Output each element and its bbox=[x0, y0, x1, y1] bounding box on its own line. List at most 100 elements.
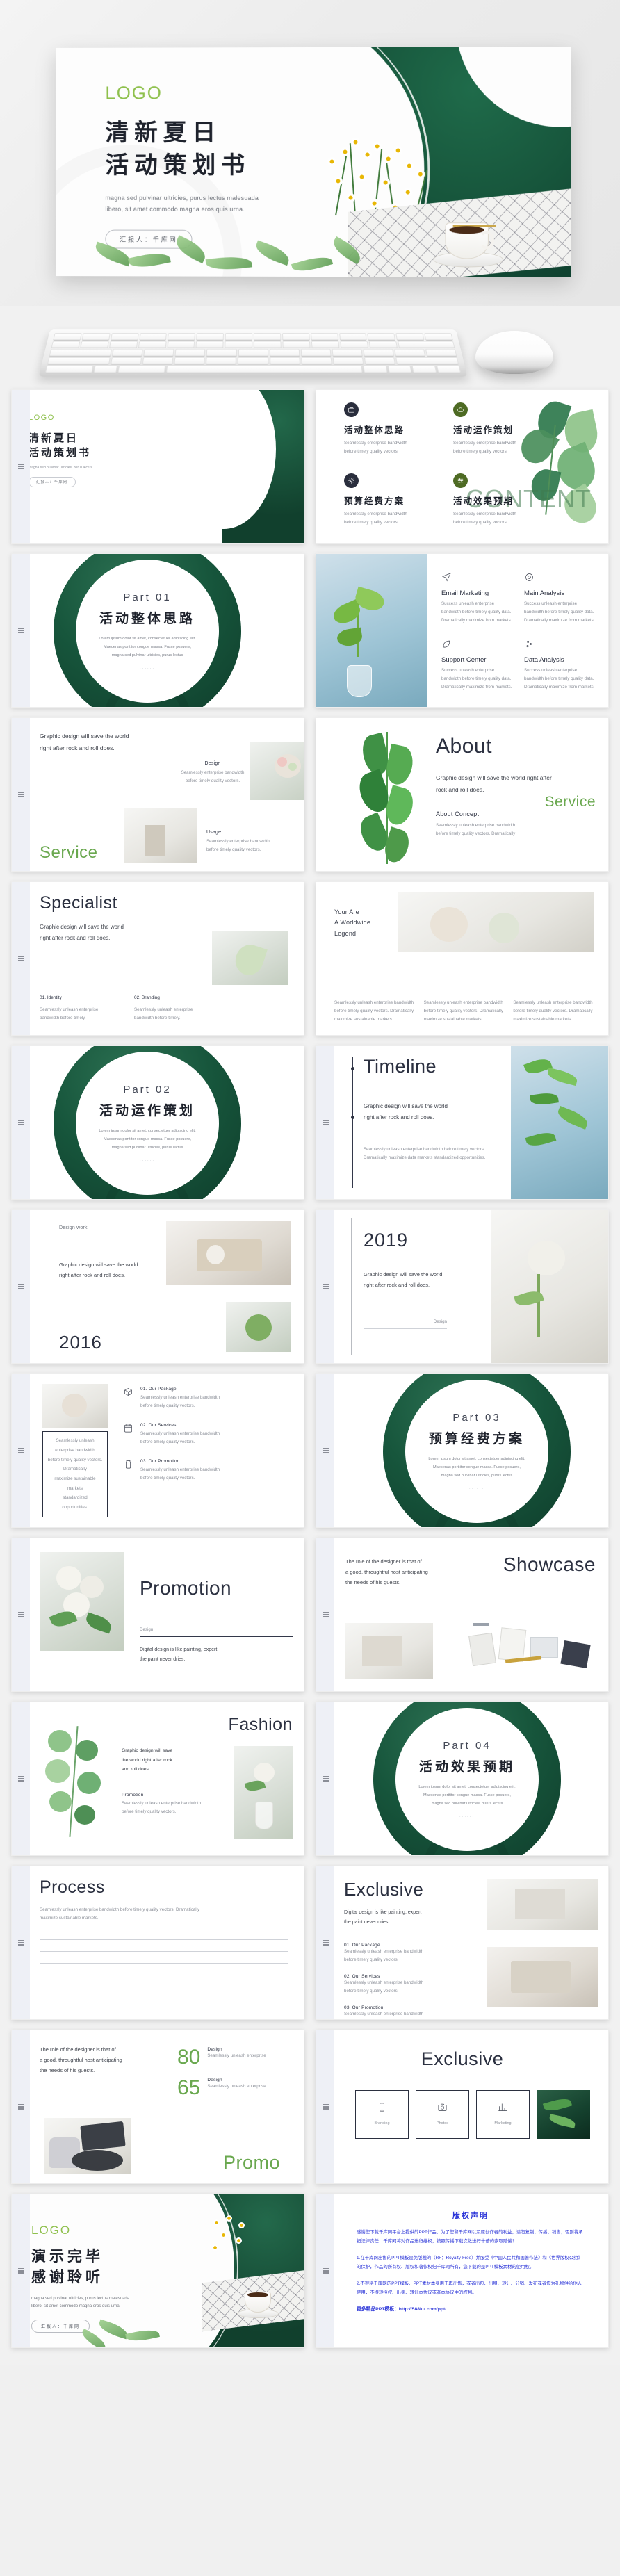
process-row-1 bbox=[40, 1939, 288, 1941]
specialist-item-1-body: Seamlessly unleash enterprise bandwidth … bbox=[40, 1006, 99, 1020]
slide-showcase[interactable]: The role of the designer is that of a go… bbox=[316, 1538, 609, 1692]
slide-cover[interactable]: LOGO 清新夏日 活动策划书 magna sed pulvinar ultri… bbox=[11, 389, 304, 544]
exclusive-card-1[interactable]: Branding bbox=[355, 2090, 409, 2139]
exclusive-card-1-title: Branding bbox=[374, 2121, 390, 2126]
feature-1[interactable]: Email Marketing Success unleash enterpri… bbox=[441, 572, 513, 625]
quote-line-2: before timely quality vectors. Dramatica… bbox=[47, 1457, 103, 1472]
copyright-paragraph-2: 1.在千库网出售的PPT模板是免版税的（RF：Royalty-Free）并服受《… bbox=[357, 2255, 582, 2270]
legend-line-2: A Worldwide bbox=[334, 919, 371, 927]
slide-specialist[interactable]: Specialist Graphic design will save the … bbox=[11, 881, 304, 1036]
exclusive-photo-top bbox=[487, 1879, 598, 1930]
briefcase-icon bbox=[344, 402, 359, 417]
promo-heading: Promo bbox=[222, 2152, 280, 2173]
thank-you-line-1: 演示完毕 bbox=[31, 2247, 104, 2265]
slide-part-04[interactable]: Part 04 活动效果预期 Lorem ipsum dolor sit ame… bbox=[316, 1702, 609, 1856]
caption-underline bbox=[364, 1328, 447, 1330]
our-list-item-3[interactable]: 03. Our Promotion Seamlessly unleash ent… bbox=[123, 1459, 293, 1483]
exclusive-card-3[interactable]: Marketing bbox=[476, 2090, 530, 2139]
our-list-item-2[interactable]: 02. Our Services Seamlessly unleash ente… bbox=[123, 1423, 293, 1446]
exclusive-card-2[interactable]: Photos bbox=[416, 2090, 469, 2139]
slide-exclusive-cards[interactable]: Exclusive Branding Photos Marketing bbox=[316, 2030, 609, 2184]
promo-lead-3: the needs of his guests. bbox=[40, 2067, 95, 2073]
exclusive-item-2[interactable]: 02. Our Services Seamlessly unleash ente… bbox=[344, 1974, 476, 1996]
slide-year-2019[interactable]: 2019 Graphic design will save the world … bbox=[316, 1209, 609, 1364]
specialist-item-1[interactable]: 01. Identity Seamlessly unleash enterpri… bbox=[40, 994, 109, 1022]
interior-photo bbox=[124, 808, 197, 863]
year-2019-lead-2: right after rock and roll does. bbox=[364, 1282, 430, 1288]
hero-subtitle-line-1: magna sed pulvinar ultricies, purus lect… bbox=[105, 194, 259, 202]
slide-promotion[interactable]: Promotion Design Digital design is like … bbox=[11, 1538, 304, 1692]
exclusive-item-3[interactable]: 03. Our Promotion Seamlessly unleash ent… bbox=[344, 2005, 476, 2019]
cover-presenter-button[interactable]: 汇报人：千库网 bbox=[28, 477, 76, 487]
toc-item-2[interactable]: 活动运作策划 Seamlessly enterprise bandwidth b… bbox=[453, 402, 553, 461]
copyright-title: 版权声明 bbox=[452, 2211, 489, 2220]
specialist-item-2-body: Seamlessly unleash enterprise bandwidth … bbox=[134, 1006, 193, 1020]
specialist-item-2-title: Branding bbox=[141, 995, 160, 1001]
slide-promo[interactable]: The role of the designer is that of a go… bbox=[11, 2030, 304, 2184]
slide-year-2016[interactable]: Design work Graphic design will save the… bbox=[11, 1209, 304, 1364]
toc-item-4[interactable]: 活动效果预期 Seamlessly enterprise bandwidth b… bbox=[453, 473, 553, 532]
slide-process[interactable]: Process Seamlessly unleash enterprise ba… bbox=[11, 1866, 304, 2020]
exclusive-lead-2: the paint never dries. bbox=[344, 1920, 390, 1925]
slide-about[interactable]: About Graphic design will save the world… bbox=[316, 717, 609, 872]
slide-part-01[interactable]: Part 01 活动整体思路 Lorem ipsum dolor sit ame… bbox=[11, 553, 304, 708]
slide-copyright[interactable]: 版权声明 感谢您下载千库网平台上提供的PPT作品，为了您和千库网以及原创作者的利… bbox=[316, 2194, 609, 2348]
fashion-lead-1: Graphic design will save bbox=[122, 1748, 173, 1753]
feature-4-title: Data Analysis bbox=[524, 656, 564, 665]
slide-timeline[interactable]: Timeline Graphic design will save the wo… bbox=[316, 1045, 609, 1200]
flower-photo bbox=[491, 1210, 608, 1363]
year-2016-lead-2: right after rock and roll does. bbox=[59, 1272, 126, 1278]
slide-our-list[interactable]: Seamlessly unleash enterprise bandwidth … bbox=[11, 1373, 304, 1528]
slide-thank-you[interactable]: LOGO 演示完毕 感谢聆听 magna sed pulvinar ultric… bbox=[11, 2194, 304, 2348]
timeline-lead-2: right after rock and roll does. bbox=[364, 1114, 434, 1120]
slide-part-02[interactable]: Part 02 活动运作策划 Lorem ipsum dolor sit ame… bbox=[11, 1045, 304, 1200]
slide-features[interactable]: Email Marketing Success unleash enterpri… bbox=[316, 553, 609, 708]
toc-item-1[interactable]: 活动整体思路 Seamlessly enterprise bandwidth b… bbox=[344, 402, 443, 461]
slide-legend[interactable]: Your Are A Worldwide Legend Seamlessly u… bbox=[316, 881, 609, 1036]
our-list-item-3-num: 03. Our Promotion bbox=[140, 1459, 180, 1465]
exclusive-item-3-line-1: Seamlessly unleash enterprise bandwidth bbox=[344, 2012, 424, 2017]
promo-stat-1-value: 80 bbox=[177, 2046, 201, 2069]
exclusive-lead-1: Digital design is like painting, expert bbox=[344, 1910, 422, 1915]
part-content: Part 03 预算经费方案 Lorem ipsum dolor sit ame… bbox=[405, 1380, 548, 1523]
service-block-1-line-2: before timely quality vectors. bbox=[185, 778, 240, 784]
feature-3[interactable]: Support Center Success unleash enterpris… bbox=[441, 639, 513, 692]
slide-part-03[interactable]: Part 03 预算经费方案 Lorem ipsum dolor sit ame… bbox=[316, 1373, 609, 1528]
quote-line-3: maximize sustainable markets bbox=[54, 1476, 96, 1491]
exclusive-item-1[interactable]: 01. Our Package Seamlessly unleash enter… bbox=[344, 1943, 476, 1964]
slide-table-of-contents[interactable]: CONTENT 活动整体思路 Seamlessly enterprise ban… bbox=[316, 389, 609, 544]
part-03-title: 预算经费方案 bbox=[428, 1431, 525, 1447]
vase-photo bbox=[234, 1746, 293, 1839]
our-list-item-1[interactable]: 01. Our Package Seamlessly unleash enter… bbox=[123, 1387, 293, 1410]
slide-rail bbox=[12, 2030, 30, 2183]
copyright-link[interactable]: 更多精品PPT模板：http://588ku.com/ppt/ bbox=[357, 2305, 585, 2312]
toc-item-3[interactable]: 预算经费方案 Seamlessly enterprise bandwidth b… bbox=[344, 473, 443, 532]
feature-2[interactable]: Main Analysis Success unleash enterprise… bbox=[524, 572, 596, 625]
year-2016-lead-1: Graphic design will save the world bbox=[59, 1262, 138, 1268]
thank-you-sub-2: libero, sit amet commodo magna eros quis… bbox=[31, 2304, 121, 2309]
fashion-heading: Fashion bbox=[228, 1715, 293, 1734]
slide-fashion[interactable]: Fashion Graphic design will save the wor… bbox=[11, 1702, 304, 1856]
part-01-number: Part 01 bbox=[123, 592, 172, 604]
slide-exclusive-list[interactable]: Exclusive Digital design is like paintin… bbox=[316, 1866, 609, 2020]
year-2016-tag: Design work bbox=[59, 1225, 88, 1230]
our-list-item-3-line-2: before timely quality vectors. bbox=[140, 1476, 195, 1481]
thank-you-line-2: 感谢聆听 bbox=[31, 2268, 104, 2286]
slide-service[interactable]: Graphic design will save the world right… bbox=[11, 717, 304, 872]
sliders-icon bbox=[524, 639, 596, 653]
slide-rail bbox=[316, 1374, 334, 1527]
service-block-1-line-1: Seamlessly enterprise bandwidth bbox=[181, 770, 245, 775]
part-04-lorem-3: magna sed pulvinar ultricies, purus lect… bbox=[431, 1801, 503, 1806]
showcase-lead-2: a good, throughtful host anticipating bbox=[345, 1569, 428, 1575]
cover-logo: LOGO bbox=[28, 414, 55, 422]
specialist-item-2[interactable]: 02. Branding Seamlessly unleash enterpri… bbox=[134, 994, 204, 1022]
copyright-paragraph-3: 2.不得将千库网的PPT模板、PPT素材本身用于再出售，或者出包、出租、转让、分… bbox=[357, 2281, 582, 2296]
cover-title-line-2: 活动策划书 bbox=[28, 446, 92, 459]
feature-4[interactable]: Data Analysis Success unleash enterprise… bbox=[524, 639, 596, 692]
succulent-photo bbox=[226, 1302, 291, 1352]
part-02-lorem-3: magna sed pulvinar ultricies, purus lect… bbox=[111, 1145, 183, 1150]
exclusive-heading: Exclusive bbox=[344, 1879, 424, 1900]
hero-title: 清新夏日 活动策划书 bbox=[105, 117, 360, 182]
roses-photo bbox=[40, 1552, 124, 1651]
process-row-2 bbox=[40, 1951, 288, 1953]
